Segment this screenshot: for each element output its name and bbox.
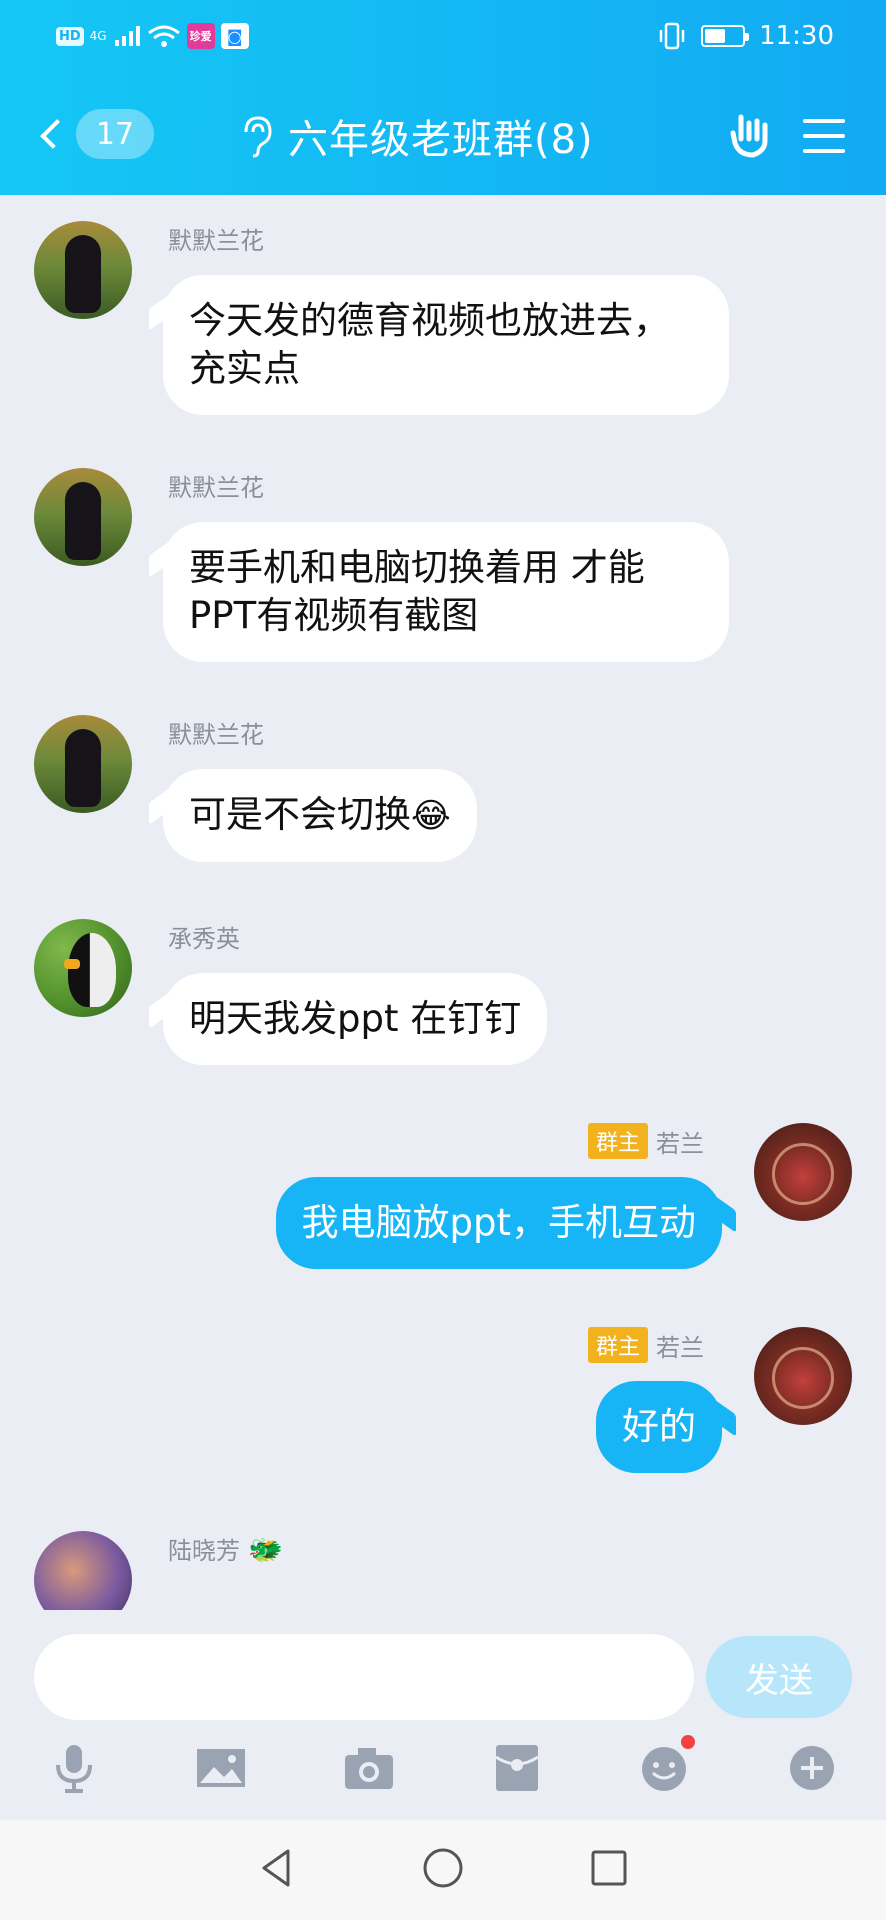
sender-name: 若兰: [656, 1333, 704, 1362]
message-bubble[interactable]: 我电脑放ppt，手机互动: [275, 1177, 722, 1269]
avatar[interactable]: [34, 468, 132, 566]
message-bubble[interactable]: 明天我发ppt 在钉钉: [163, 973, 548, 1065]
unread-count-badge: 17: [76, 109, 154, 159]
avatar[interactable]: [754, 1327, 852, 1425]
zhenai-app-icon: 珍爱: [186, 23, 215, 49]
message-bubble[interactable]: 好的: [596, 1381, 722, 1473]
red-packet-icon[interactable]: [482, 1733, 552, 1803]
plus-icon[interactable]: [777, 1733, 847, 1803]
interaction-hand-icon[interactable]: [724, 110, 780, 162]
camera-icon[interactable]: [334, 1733, 404, 1803]
avatar[interactable]: [34, 715, 132, 813]
menu-icon[interactable]: [796, 110, 852, 162]
hd-indicator: HD: [56, 26, 84, 46]
hand-gesture-icon: [730, 114, 768, 158]
system-nav-bar: [0, 1820, 886, 1920]
avatar[interactable]: [754, 1123, 852, 1221]
status-bar-right: 11:30: [657, 18, 834, 54]
avatar[interactable]: [34, 919, 132, 1017]
nav-back-icon[interactable]: [254, 1845, 300, 1895]
sender-name: 默默兰花: [168, 474, 264, 502]
avatar[interactable]: [34, 221, 132, 319]
microphone-icon[interactable]: [39, 1733, 109, 1803]
message-bubble[interactable]: 可是不会切换😂: [163, 769, 477, 862]
emoji-icon[interactable]: [629, 1733, 699, 1803]
sender-line: 群主 若兰: [587, 1123, 704, 1159]
sender-name: 陆晓芳: [168, 1537, 240, 1565]
chat-toolbar: [0, 1716, 886, 1820]
battery-level: [705, 29, 725, 43]
chevron-left-icon: [40, 119, 70, 149]
sender-name: 默默兰花: [168, 227, 264, 255]
signal-icon: [114, 26, 140, 46]
battery-icon: [701, 25, 750, 47]
network-type: 4G: [89, 29, 107, 43]
back-button[interactable]: 17: [34, 106, 154, 162]
group-owner-badge: 群主: [587, 1327, 648, 1363]
vibrate-icon: [659, 22, 685, 50]
nav-recents-icon[interactable]: [586, 1845, 632, 1895]
image-icon[interactable]: [186, 1733, 256, 1803]
group-owner-badge: 群主: [587, 1123, 648, 1159]
message-text: 可是不会切换: [189, 793, 411, 836]
ear-icon: [244, 116, 272, 158]
wifi-icon: [147, 25, 180, 47]
status-bar-left: HD 4G 珍爱 ◙: [56, 18, 249, 54]
input-bar: 发送: [0, 1610, 886, 1720]
dragon-badge-icon: 🐲: [248, 1533, 283, 1566]
send-button[interactable]: 发送: [706, 1636, 852, 1718]
chat-list[interactable]: 默默兰花 今天发的德育视频也放进去，充实点 默默兰花 要手机和电脑切换着用 才能…: [0, 195, 886, 1610]
sender-name: 承秀英: [168, 925, 240, 953]
message-input[interactable]: [34, 1634, 694, 1720]
nav-home-icon[interactable]: [420, 1845, 466, 1895]
message-bubble[interactable]: 今天发的德育视频也放进去，充实点: [163, 275, 729, 415]
sender-line: 陆晓芳 🐲: [168, 1531, 283, 1566]
sender-line: 群主 若兰: [587, 1327, 704, 1363]
laughing-emoji-icon: 😂: [411, 796, 451, 836]
avatar[interactable]: [34, 1531, 132, 1610]
header-bar: HD 4G 珍爱 ◙ 11:30 17 六年级老班群(8): [0, 0, 886, 195]
app-notification-icon: ◙: [220, 23, 249, 49]
sender-name: 若兰: [656, 1129, 704, 1158]
page-title: 六年级老班群(8): [288, 117, 594, 163]
message-bubble[interactable]: 要手机和电脑切换着用 才能PPT有视频有截图: [163, 522, 729, 662]
chat-title-area[interactable]: 六年级老班群(8): [238, 108, 594, 164]
sender-name: 默默兰花: [168, 721, 264, 749]
clock: 11:30: [759, 21, 834, 51]
